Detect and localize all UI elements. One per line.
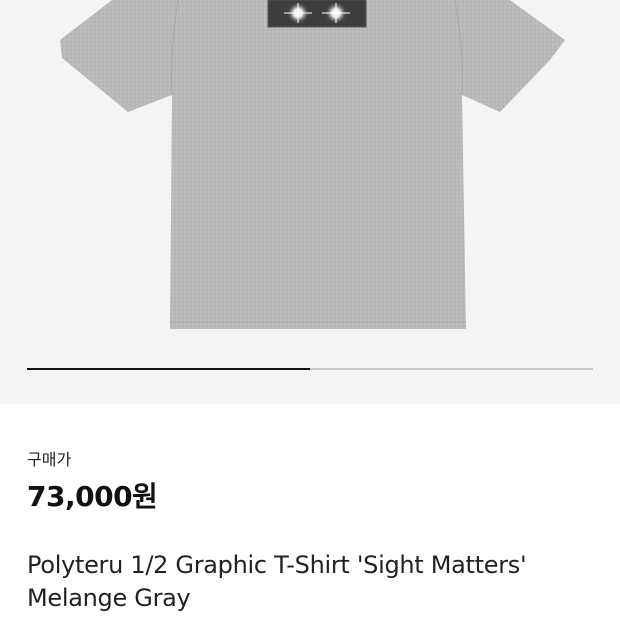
product-image-gallery[interactable] — [0, 0, 620, 404]
product-page: 구매가 73,000원 Polyteru 1/2 Graphic T-Shirt… — [0, 0, 620, 620]
product-image[interactable] — [0, 0, 620, 404]
price-value: 73,000원 — [27, 480, 158, 513]
price-label: 구매가 — [27, 450, 72, 469]
carousel-progress-bar — [27, 368, 310, 370]
product-title: Polyteru 1/2 Graphic T-Shirt 'Sight Matt… — [27, 551, 527, 612]
carousel-progress-track — [27, 368, 593, 370]
